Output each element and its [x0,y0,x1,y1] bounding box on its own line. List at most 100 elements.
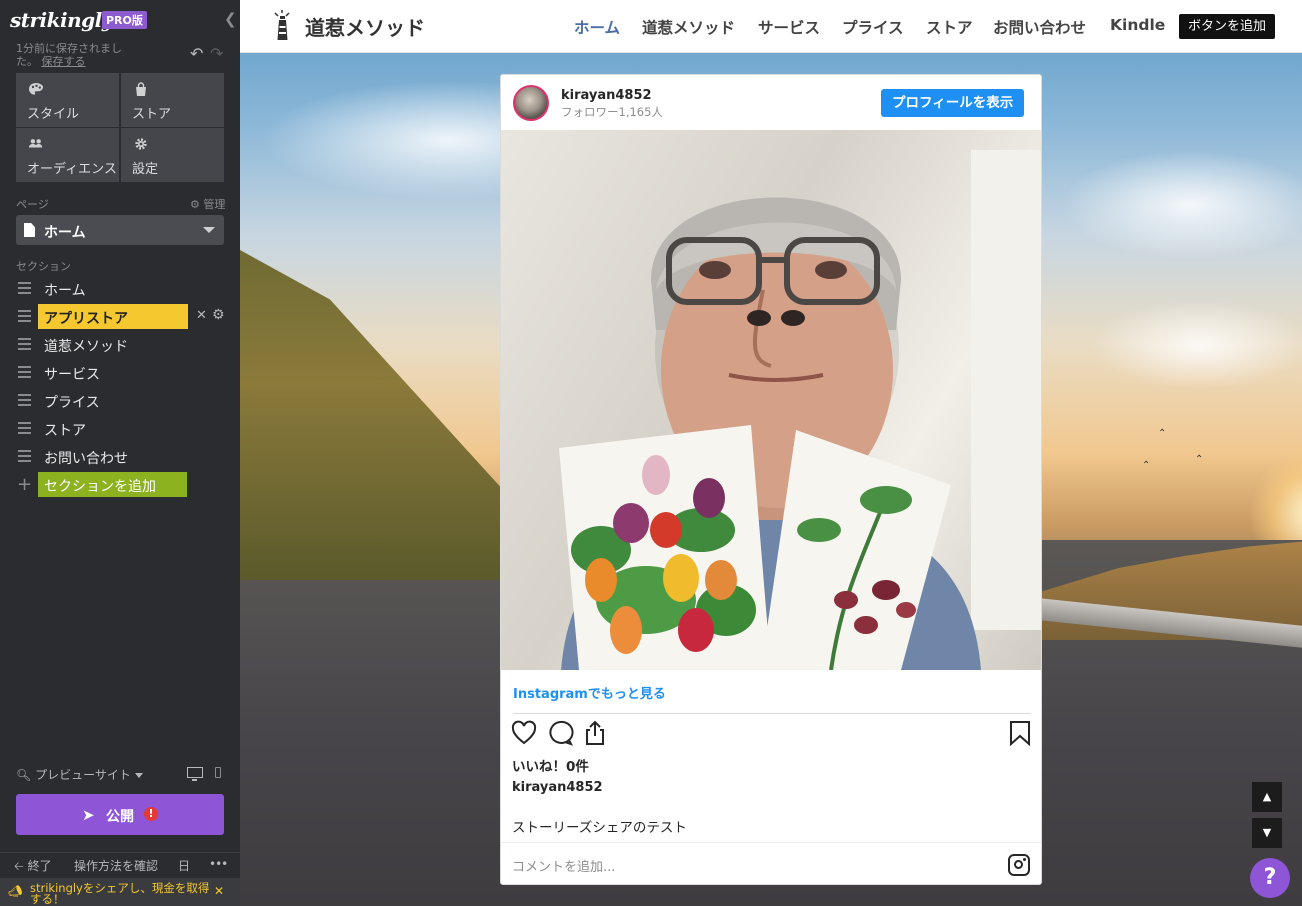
drag-handle-icon[interactable] [18,366,31,378]
share-icon[interactable] [581,719,609,747]
section-item-appstore[interactable]: アプリストア ✕ ⚙ [0,304,240,330]
exit-button[interactable]: 🡠︎ 終了 [14,857,52,878]
strikingly-logo[interactable]: strikingly [10,8,113,32]
drag-handle-icon[interactable] [18,310,31,322]
ig-followers: フォロワー1,165人 [561,105,663,119]
bird-icon: ⌃ [1142,460,1151,471]
nav-service[interactable]: サービス [758,16,820,38]
warning-badge: ! [144,807,158,821]
drag-handle-icon[interactable] [18,422,31,434]
shopping-bag-icon [136,82,146,96]
redo-icon[interactable]: ↷ [210,44,223,63]
ig-username[interactable]: kirayan4852 [561,88,652,103]
section-item-home[interactable]: ホーム [0,276,240,302]
avatar[interactable] [513,85,549,121]
howto-link[interactable]: 操作方法を確認 [74,857,158,874]
search-icon: 🔍︎ [16,768,32,782]
chevron-down-icon [134,773,143,778]
collapse-sidebar-icon[interactable]: ❮ [224,10,237,28]
close-icon[interactable]: ✕ [214,885,224,897]
section-item-method[interactable]: 道惹メソッド [0,332,240,358]
language-button[interactable]: 日 [178,857,190,874]
bird-icon: ⌃ [1158,428,1167,439]
bird-icon: ⌃ [1195,454,1204,465]
instagram-icon[interactable] [1008,854,1030,876]
rocket-icon: ➤ [82,806,95,824]
help-button[interactable]: ? [1250,858,1290,898]
preview-site-dropdown[interactable]: 🔍︎ プレビューサイト [16,766,143,783]
settings-tile[interactable]: 設定 [121,128,224,182]
current-page: ホーム [44,225,86,241]
store-tile[interactable]: ストア [121,73,224,127]
lighthouse-icon [274,10,290,40]
store-tile-label: ストア [132,107,172,122]
more-menu-icon[interactable]: ••• [209,857,228,871]
drag-handle-icon[interactable] [18,394,31,406]
comment-icon[interactable] [546,719,574,747]
divider [0,852,240,853]
caption-text: ストーリーズシェアのテスト [512,820,687,836]
section-label: ホーム [44,283,86,299]
section-heading: セクション [16,260,71,273]
portrait-illustration [559,150,1041,670]
manage-label: 管理 [203,198,226,211]
publish-label: 公開 [106,809,134,825]
background-cloud [1090,300,1302,390]
section-settings-icon[interactable]: ⚙ [212,307,225,323]
view-profile-button[interactable]: プロフィールを表示 [881,89,1025,117]
mobile-view-icon[interactable] [215,767,221,778]
section-item-service[interactable]: サービス [0,360,240,386]
settings-tile-label: 設定 [132,162,159,177]
instagram-see-more-link[interactable]: Instagramでもっと見る [513,683,666,702]
nav-method[interactable]: 道惹メソッド [642,16,735,38]
page-select[interactable]: ホーム [16,215,224,245]
nav-kindle[interactable]: Kindle [1110,16,1165,34]
site-preview: ⌃ ⌃ ⌃ 道惹メソッド ホーム 道惹メソッド サービス プライス ストア お問… [240,0,1302,906]
nav-home[interactable]: ホーム [574,16,620,38]
share-banner[interactable]: 📣︎ strikinglyをシェアし、現金を取得する！ ✕ [0,878,240,906]
chevron-down-icon [203,227,215,233]
nav-contact[interactable]: お問い合わせ [993,16,1086,38]
audience-tile-label: オーディエンス [27,162,117,177]
gear-icon: ⚙ [190,198,200,211]
post-photo[interactable] [501,130,1041,670]
desktop-view-icon[interactable] [187,767,203,781]
divider [501,842,1041,843]
scroll-down-button[interactable]: ▼ [1252,818,1282,848]
document-icon [24,223,35,237]
people-icon [28,139,43,148]
add-section-row: + セクションを追加 [0,472,240,498]
exit-label: 終了 [27,859,52,873]
section-item-contact[interactable]: お問い合わせ [0,444,240,470]
caption-username[interactable]: kirayan4852 [512,780,603,795]
save-link[interactable]: 保存する [42,55,86,68]
drag-handle-icon[interactable] [18,282,31,294]
drag-handle-icon[interactable] [18,338,31,350]
bookmark-icon[interactable] [1006,719,1034,747]
manage-pages-link[interactable]: ⚙ 管理 [190,196,225,212]
audience-tile[interactable]: オーディエンス [16,128,119,182]
section-item-store[interactable]: ストア [0,416,240,442]
nav-price[interactable]: プライス [842,16,904,38]
divider [513,713,1031,714]
undo-icon[interactable]: ↶ [190,44,203,63]
comment-input[interactable]: コメントを追加... [512,856,615,875]
preview-label: プレビューサイト [35,768,131,782]
pro-badge: PRO版 [102,11,147,29]
background-cloud [1060,150,1302,260]
section-item-price[interactable]: プライス [0,388,240,414]
arrow-left-icon: 🡠︎ [14,859,24,873]
publish-button[interactable]: ➤ 公開 ! [16,794,224,835]
megaphone-icon: 📣︎ [8,884,23,898]
delete-section-icon[interactable]: ✕ [196,308,207,323]
like-count: いいね！0件 [512,759,589,775]
heart-icon[interactable] [510,719,538,747]
nav-store[interactable]: ストア [926,16,973,38]
add-button[interactable]: ボタンを追加 [1179,14,1276,39]
add-section-button[interactable]: セクションを追加 [38,472,187,497]
drag-handle-icon[interactable] [18,450,31,462]
save-status: 1分前に保存されました。 保存する [16,42,136,68]
scroll-up-button[interactable]: ▲ [1252,782,1282,812]
style-tile[interactable]: スタイル [16,73,119,127]
site-logo-text[interactable]: 道惹メソッド [305,12,425,41]
